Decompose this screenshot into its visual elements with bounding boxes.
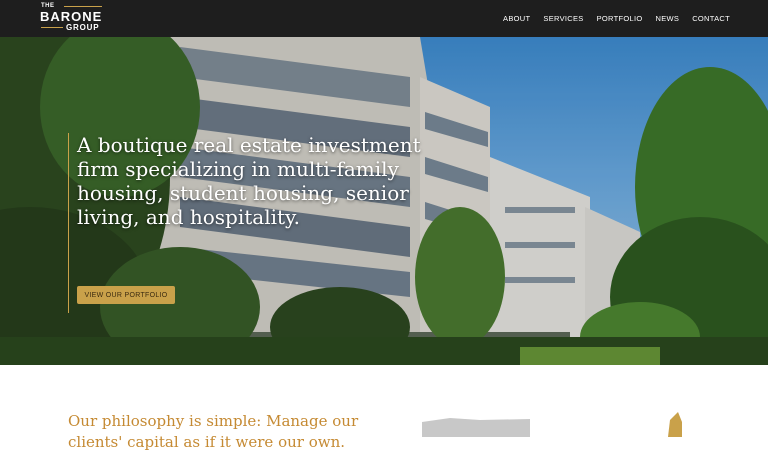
logo-barone: BARONE: [40, 9, 103, 24]
philosophy-illustration: [422, 412, 682, 437]
nav-news[interactable]: NEWS: [656, 14, 680, 23]
nav-services[interactable]: SERVICES: [543, 14, 583, 23]
barone-group-logo[interactable]: THE BARONE GROUP: [40, 3, 104, 34]
hero-banner: A boutique real estate investment firm s…: [0, 37, 768, 365]
logo-group: GROUP: [66, 23, 100, 32]
logo-rule-bottom: [41, 27, 63, 28]
view-portfolio-button[interactable]: VIEW OUR PORTFOLIO: [77, 286, 175, 304]
hero-text-block: A boutique real estate investment firm s…: [68, 133, 429, 313]
philosophy-heading: Our philosophy is simple: Manage our cli…: [68, 412, 359, 451]
nav-portfolio[interactable]: PORTFOLIO: [597, 14, 643, 23]
main-nav: ABOUT SERVICES PORTFOLIO NEWS CONTACT: [503, 14, 730, 23]
logo-rule-top: [64, 6, 102, 7]
nav-about[interactable]: ABOUT: [503, 14, 530, 23]
hero-headline: A boutique real estate investment firm s…: [77, 133, 421, 229]
nav-contact[interactable]: CONTACT: [692, 14, 730, 23]
site-header: THE BARONE GROUP ABOUT SERVICES PORTFOLI…: [0, 0, 768, 37]
